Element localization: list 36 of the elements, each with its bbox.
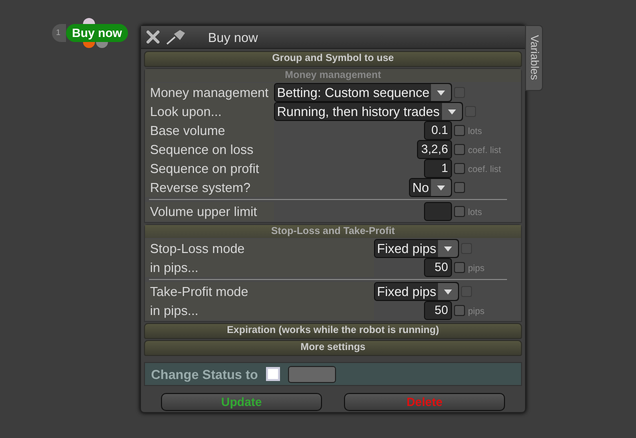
close-icon[interactable]: [146, 30, 160, 44]
input-field[interactable]: [424, 202, 452, 221]
input-field[interactable]: 50: [424, 301, 452, 320]
input-field[interactable]: 1: [424, 159, 452, 178]
checkbox[interactable]: [454, 144, 465, 155]
checkbox[interactable]: [454, 262, 465, 273]
input-field[interactable]: 3,2,6: [417, 140, 452, 159]
unit-label: coef. list: [467, 144, 502, 154]
unit-label: pips: [467, 262, 486, 272]
node-index: 1: [52, 24, 66, 42]
status-field[interactable]: [288, 366, 336, 382]
dropdown[interactable]: No: [409, 178, 452, 197]
dropdown[interactable]: Fixed pips: [374, 282, 460, 301]
unit-label: lots: [467, 206, 484, 216]
unit-label: lots: [467, 126, 484, 136]
window-title: Buy now: [208, 30, 258, 44]
section-header[interactable]: Stop-Loss and Take-Profit: [145, 225, 521, 238]
unit-label: pips: [467, 306, 486, 316]
pin-icon[interactable]: [165, 29, 187, 45]
section-header[interactable]: More settings: [144, 340, 522, 356]
dropdown[interactable]: Running, then history trades: [274, 102, 463, 121]
input-field[interactable]: 50: [424, 258, 452, 277]
input-field[interactable]: 0.1: [424, 121, 452, 140]
dropdown[interactable]: Fixed pips: [374, 239, 460, 258]
node-label: Buy now: [66, 24, 128, 42]
checkbox[interactable]: [454, 125, 465, 136]
checkbox[interactable]: [454, 182, 465, 193]
section-header[interactable]: Expiration (works while the robot is running): [144, 323, 522, 339]
status-label: Change Status to: [151, 366, 258, 382]
unit-label: coef. list: [467, 164, 502, 174]
checkbox[interactable]: [454, 163, 465, 174]
dropdown[interactable]: Betting: Custom sequence: [274, 83, 452, 102]
checkbox[interactable]: [454, 206, 465, 217]
section-header[interactable]: Group and Symbol to use: [144, 51, 522, 67]
variables-tab[interactable]: Variables: [525, 25, 543, 91]
checkbox[interactable]: [454, 305, 465, 316]
